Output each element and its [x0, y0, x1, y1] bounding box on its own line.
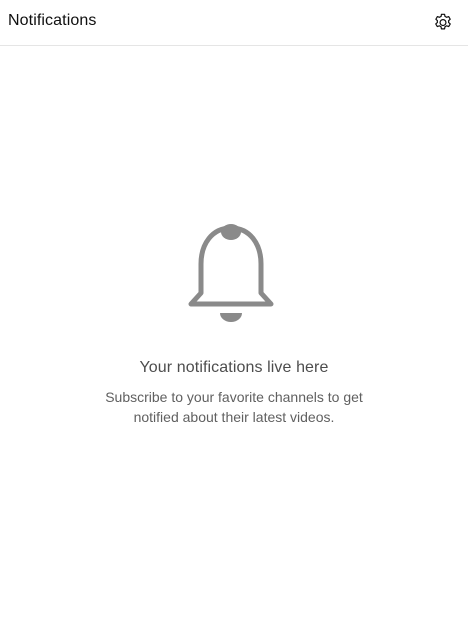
- bell-icon: [188, 224, 274, 322]
- page-title: Notifications: [8, 12, 97, 29]
- notifications-header: Notifications: [0, 0, 468, 46]
- gear-icon: [435, 13, 451, 30]
- empty-state-subtitle: Subscribe to your favorite channels to g…: [105, 389, 363, 425]
- empty-state-title: Your notifications live here: [139, 359, 329, 376]
- notifications-panel: Notifications Your notifications live he…: [0, 0, 468, 628]
- settings-button[interactable]: [428, 8, 458, 38]
- empty-state: Your notifications live here Subscribe t…: [0, 220, 468, 427]
